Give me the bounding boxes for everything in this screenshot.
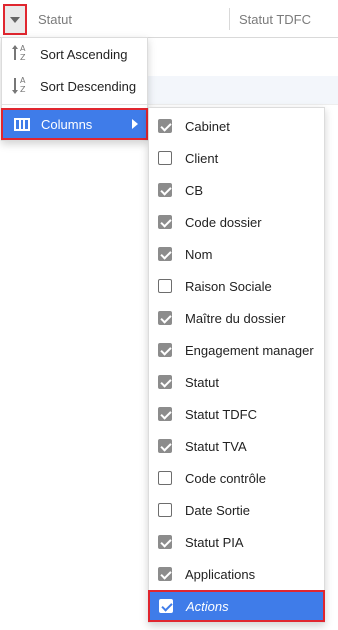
column-toggle-label: Statut TVA — [185, 438, 247, 454]
column-checkbox[interactable] — [158, 407, 172, 421]
column-toggle-item[interactable]: Statut TDFC — [149, 398, 324, 430]
column-checkbox[interactable] — [158, 215, 172, 229]
column-toggle-item[interactable]: Maître du dossier — [149, 302, 324, 334]
column-toggle-item[interactable]: Code contrôle — [149, 462, 324, 494]
column-toggle-label: Maître du dossier — [185, 310, 286, 326]
column-toggle-label: Statut — [185, 374, 219, 390]
column-toggle-label: Actions — [186, 598, 229, 614]
columns-label: Columns — [41, 116, 93, 132]
chevron-right-icon — [132, 119, 138, 129]
column-separator[interactable] — [229, 8, 230, 30]
column-toggle-item[interactable]: Applications — [149, 558, 324, 590]
caret-down-icon — [10, 16, 20, 23]
column-checkbox[interactable] — [158, 183, 172, 197]
sort-descending-icon: AZ — [12, 76, 30, 95]
column-toggle-item[interactable]: Code dossier — [149, 206, 324, 238]
column-checkbox[interactable] — [159, 599, 173, 613]
grid-row — [148, 76, 338, 104]
column-toggle-label: Engagement manager — [185, 342, 314, 358]
column-toggle-item[interactable]: Statut — [149, 366, 324, 398]
column-toggle-item[interactable]: Nom — [149, 238, 324, 270]
column-checkbox[interactable] — [158, 311, 172, 325]
column-toggle-label: Applications — [185, 566, 256, 582]
column-checkbox[interactable] — [158, 119, 172, 133]
column-toggle-item[interactable]: Actions — [148, 590, 325, 622]
column-toggle-item[interactable]: CB — [149, 174, 324, 206]
columns-submenu: Cabinet Client CB Code dossier Nom Raison Soc… — [148, 107, 325, 623]
column-checkbox[interactable] — [158, 567, 172, 581]
column-checkbox[interactable] — [158, 471, 172, 485]
column-toggle-label: Nom — [185, 246, 213, 262]
column-toggle-item[interactable]: Engagement manager — [149, 334, 324, 366]
column-toggle-label: Statut TDFC — [185, 406, 258, 422]
column-checkbox[interactable] — [158, 279, 172, 293]
columns-icon — [13, 115, 31, 133]
column-toggle-label: Date Sortie — [185, 502, 251, 518]
column-checkbox[interactable] — [158, 503, 172, 517]
column-toggle-item[interactable]: Date Sortie — [149, 494, 324, 526]
column-toggle-label: Cabinet — [185, 118, 230, 134]
column-checkbox[interactable] — [158, 375, 172, 389]
sort-ascending-icon: AZ — [12, 44, 30, 63]
column-header-statut-tdfc[interactable]: Statut TDFC — [239, 0, 311, 38]
column-checkbox[interactable] — [158, 151, 172, 165]
column-toggle-label: CB — [185, 182, 204, 198]
column-toggle-item[interactable]: Statut PIA — [149, 526, 324, 558]
sort-ascending-label: Sort Ascending — [40, 46, 128, 62]
sort-descending-item[interactable]: AZ Sort Descending — [2, 70, 147, 102]
column-menu: AZ Sort Ascending AZ Sort Descending Col… — [1, 37, 148, 141]
column-toggle-item[interactable]: Cabinet — [149, 110, 324, 142]
column-toggle-label: Client — [185, 150, 219, 166]
column-checkbox[interactable] — [158, 535, 172, 549]
columns-item[interactable]: Columns — [1, 108, 148, 140]
column-checkbox[interactable] — [158, 439, 172, 453]
column-checkbox[interactable] — [158, 247, 172, 261]
column-header-statut[interactable]: Statut — [38, 0, 72, 38]
menu-divider — [2, 104, 147, 105]
column-menu-trigger[interactable] — [3, 4, 27, 35]
column-toggle-item[interactable]: Client — [149, 142, 324, 174]
column-toggle-label: Code dossier — [185, 214, 262, 230]
column-toggle-item[interactable]: Statut TVA — [149, 430, 324, 462]
column-toggle-label: Code contrôle — [185, 470, 266, 486]
sort-descending-label: Sort Descending — [40, 78, 137, 94]
grid-row-divider — [148, 104, 338, 105]
sort-ascending-item[interactable]: AZ Sort Ascending — [2, 38, 147, 70]
column-toggle-label: Raison Sociale — [185, 278, 272, 294]
column-checkbox[interactable] — [158, 343, 172, 357]
column-toggle-label: Statut PIA — [185, 534, 244, 550]
grid-header: Statut Statut TDFC — [0, 0, 338, 38]
column-toggle-item[interactable]: Raison Sociale — [149, 270, 324, 302]
